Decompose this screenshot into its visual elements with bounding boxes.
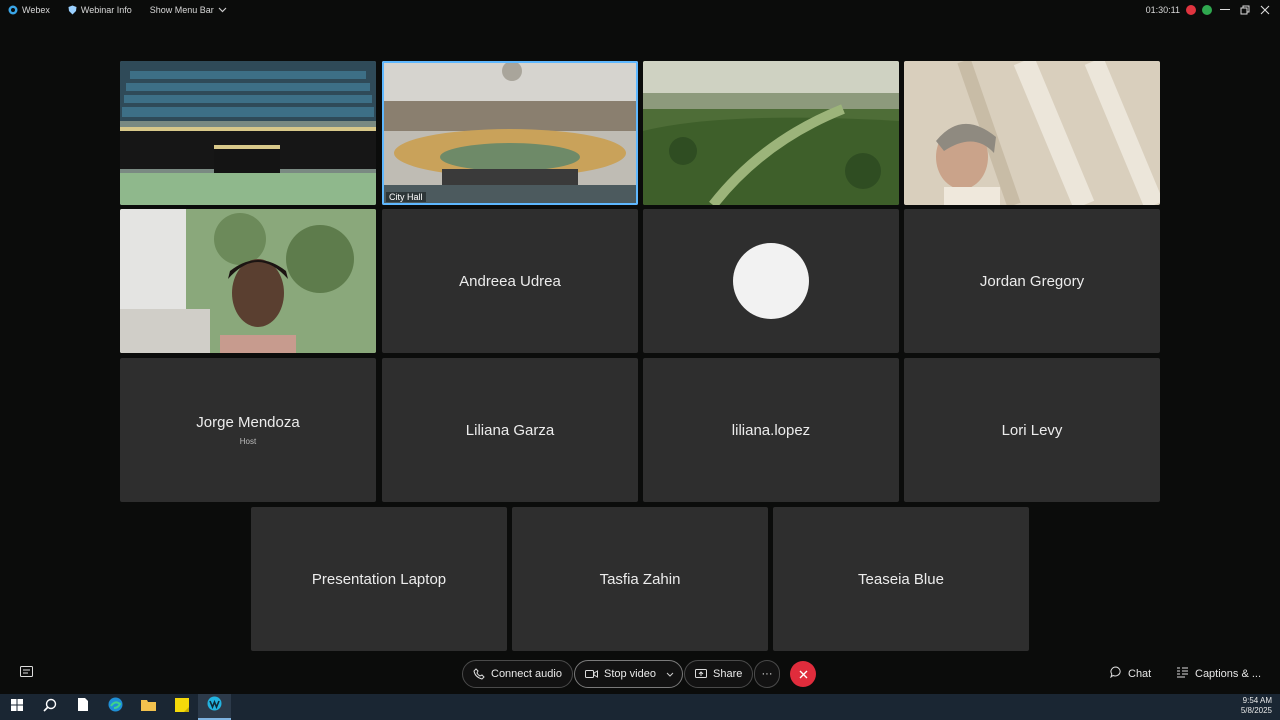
stop-video-button[interactable]: Stop video xyxy=(574,660,683,688)
layout-toggle-button[interactable] xyxy=(20,666,33,680)
participant-tile[interactable]: Andreea Udrea xyxy=(382,209,638,353)
start-button[interactable] xyxy=(0,694,33,720)
video-tile-participant-glasses[interactable] xyxy=(904,61,1160,205)
participant-video xyxy=(904,61,1160,205)
participant-name: liliana.lopez xyxy=(731,421,811,439)
video-tile-city-hall[interactable]: City Hall xyxy=(382,61,638,205)
windows-taskbar: 9:54 AM 5/8/2025 xyxy=(0,694,1280,720)
video-tile-aerial[interactable] xyxy=(643,61,899,205)
file-icon xyxy=(77,698,88,716)
video-tile-participant-woman[interactable] xyxy=(120,209,376,353)
folder-icon xyxy=(141,698,156,716)
participant-tile-host[interactable]: Jorge Mendoza Host xyxy=(120,358,376,502)
participant-name: Tasfia Zahin xyxy=(599,570,681,588)
taskbar-file-explorer[interactable] xyxy=(132,694,165,720)
layout-icon xyxy=(20,666,33,680)
participant-tile[interactable]: Jordan Gregory xyxy=(904,209,1160,353)
participant-tile[interactable]: Presentation Laptop xyxy=(251,507,507,651)
participant-name: Andreea Udrea xyxy=(459,272,561,290)
audio-icon xyxy=(473,668,485,680)
restore-window-icon[interactable] xyxy=(1238,3,1252,17)
participant-tile[interactable]: Tasfia Zahin xyxy=(512,507,768,651)
title-bar: Webex Webinar Info Show Menu Bar 01:30:1… xyxy=(0,0,1280,20)
webinar-info-label: Webinar Info xyxy=(80,5,132,15)
connect-audio-button[interactable]: Connect audio xyxy=(462,660,573,688)
video-options-chevron-icon[interactable] xyxy=(666,672,674,677)
video-tile-council-chamber[interactable] xyxy=(120,61,376,205)
taskbar-file-app[interactable] xyxy=(66,694,99,720)
taskbar-webex-app[interactable] xyxy=(198,694,231,720)
chevron-down-icon xyxy=(218,7,227,13)
minimize-window-icon[interactable] xyxy=(1218,3,1232,17)
show-menu-bar-label: Show Menu Bar xyxy=(149,5,214,15)
chat-button[interactable]: Chat xyxy=(1110,666,1151,681)
more-options-button[interactable]: ··· xyxy=(754,660,780,688)
system-clock[interactable]: 9:54 AM 5/8/2025 xyxy=(1241,696,1272,716)
close-window-icon[interactable] xyxy=(1258,3,1272,17)
aerial-landscape-video xyxy=(643,61,899,205)
stop-video-label: Stop video xyxy=(604,668,656,680)
captions-label: Captions & ... xyxy=(1195,667,1262,680)
webinar-info-button[interactable]: Webinar Info xyxy=(68,5,132,15)
taskbar-edge-app[interactable] xyxy=(99,694,132,720)
participant-name: Jorge Mendoza xyxy=(196,414,300,431)
webex-app-icon xyxy=(207,696,222,716)
recording-icon[interactable] xyxy=(1186,5,1196,15)
participant-name: Liliana Garza xyxy=(465,421,555,439)
share-label: Share xyxy=(713,668,743,680)
show-menu-bar-button[interactable]: Show Menu Bar xyxy=(150,5,227,15)
windows-logo-icon xyxy=(10,698,23,716)
participant-tile[interactable]: Teaseia Blue xyxy=(773,507,1029,651)
share-button[interactable]: Share xyxy=(684,660,754,688)
title-bar-right: 01:30:11 xyxy=(1146,0,1280,20)
participant-name: Jordan Gregory xyxy=(979,272,1085,290)
participant-name: Presentation Laptop xyxy=(311,570,447,588)
participant-video xyxy=(120,209,376,353)
edge-browser-icon xyxy=(108,697,123,717)
taskbar-search-button[interactable] xyxy=(33,694,66,720)
council-chamber-video xyxy=(120,61,376,205)
connect-audio-label: Connect audio xyxy=(491,668,562,680)
participant-tile[interactable]: liliana.lopez xyxy=(643,358,899,502)
leave-meeting-button[interactable] xyxy=(790,661,816,687)
participant-name: Lori Levy xyxy=(1001,421,1063,439)
tile-label: City Hall xyxy=(386,192,426,202)
captions-button[interactable]: Captions & ... xyxy=(1176,666,1261,681)
participant-name: Teaseia Blue xyxy=(858,570,944,588)
app-name: Webex xyxy=(22,5,50,15)
clock-time: 9:54 AM xyxy=(1242,696,1272,705)
camera-icon xyxy=(585,669,598,679)
participant-tile[interactable]: Lori Levy xyxy=(904,358,1160,502)
host-badge: Host xyxy=(239,437,257,446)
chat-label: Chat xyxy=(1128,667,1152,680)
clock-date: 5/8/2025 xyxy=(1240,706,1272,715)
shield-icon xyxy=(68,5,77,15)
connection-icon[interactable] xyxy=(1202,5,1212,15)
captions-icon xyxy=(1176,666,1189,681)
more-options-label: ··· xyxy=(761,668,773,680)
avatar xyxy=(733,243,809,319)
meeting-timer: 01:30:11 xyxy=(1145,5,1180,15)
meeting-controls: Connect audio Stop video Share ··· Chat xyxy=(0,656,1280,692)
webex-app-menu[interactable]: Webex xyxy=(8,5,50,15)
close-icon xyxy=(799,666,808,682)
sticky-note-icon xyxy=(174,697,189,717)
participant-tile-avatar[interactable] xyxy=(643,209,899,353)
share-screen-icon xyxy=(695,668,707,680)
participant-tile[interactable]: Liliana Garza xyxy=(382,358,638,502)
city-hall-video xyxy=(382,61,638,205)
search-icon xyxy=(42,698,57,717)
taskbar-sticky-notes[interactable] xyxy=(165,694,198,720)
chat-icon xyxy=(1110,666,1122,681)
webex-logo-icon xyxy=(8,5,18,15)
